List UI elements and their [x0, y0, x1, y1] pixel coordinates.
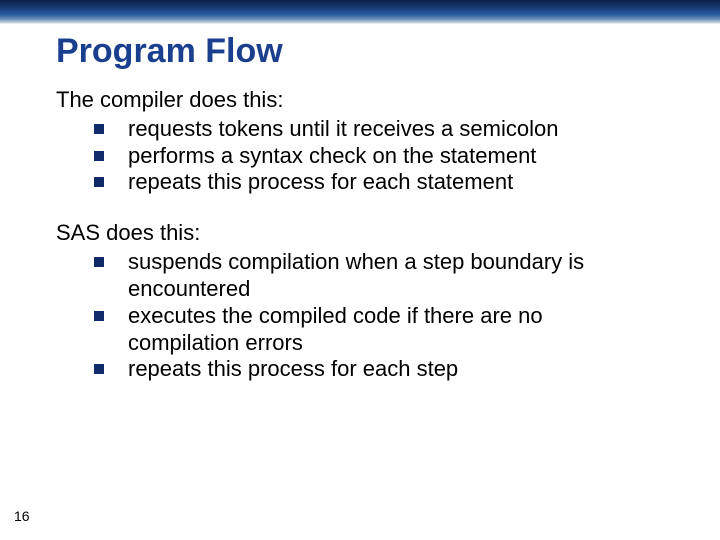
section-lead: The compiler does this:	[56, 87, 680, 114]
page-number: 16	[14, 508, 30, 524]
slide-title: Program Flow	[56, 32, 680, 71]
list-item-text: performs a syntax check on the statement	[128, 143, 536, 168]
list-item: repeats this process for each step	[82, 356, 680, 383]
square-bullet-icon	[94, 151, 104, 161]
square-bullet-icon	[94, 257, 104, 267]
slide-body: Program Flow The compiler does this: req…	[0, 32, 720, 383]
bullet-list-1: requests tokens until it receives a semi…	[56, 116, 680, 196]
list-item-text: repeats this process for each step	[128, 356, 458, 381]
square-bullet-icon	[94, 364, 104, 374]
list-item-text: requests tokens until it receives a semi…	[128, 116, 558, 141]
section-lead: SAS does this:	[56, 220, 680, 247]
list-item: repeats this process for each statement	[82, 169, 680, 196]
bullet-list-2: suspends compilation when a step boundar…	[56, 249, 680, 383]
header-banner	[0, 0, 720, 24]
list-item: suspends compilation when a step boundar…	[82, 249, 680, 303]
list-item-text: executes the compiled code if there are …	[128, 303, 543, 355]
list-item-text: suspends compilation when a step boundar…	[128, 249, 584, 301]
list-item: executes the compiled code if there are …	[82, 303, 680, 357]
square-bullet-icon	[94, 177, 104, 187]
square-bullet-icon	[94, 124, 104, 134]
list-item: performs a syntax check on the statement	[82, 143, 680, 170]
list-item-text: repeats this process for each statement	[128, 169, 513, 194]
square-bullet-icon	[94, 311, 104, 321]
list-item: requests tokens until it receives a semi…	[82, 116, 680, 143]
